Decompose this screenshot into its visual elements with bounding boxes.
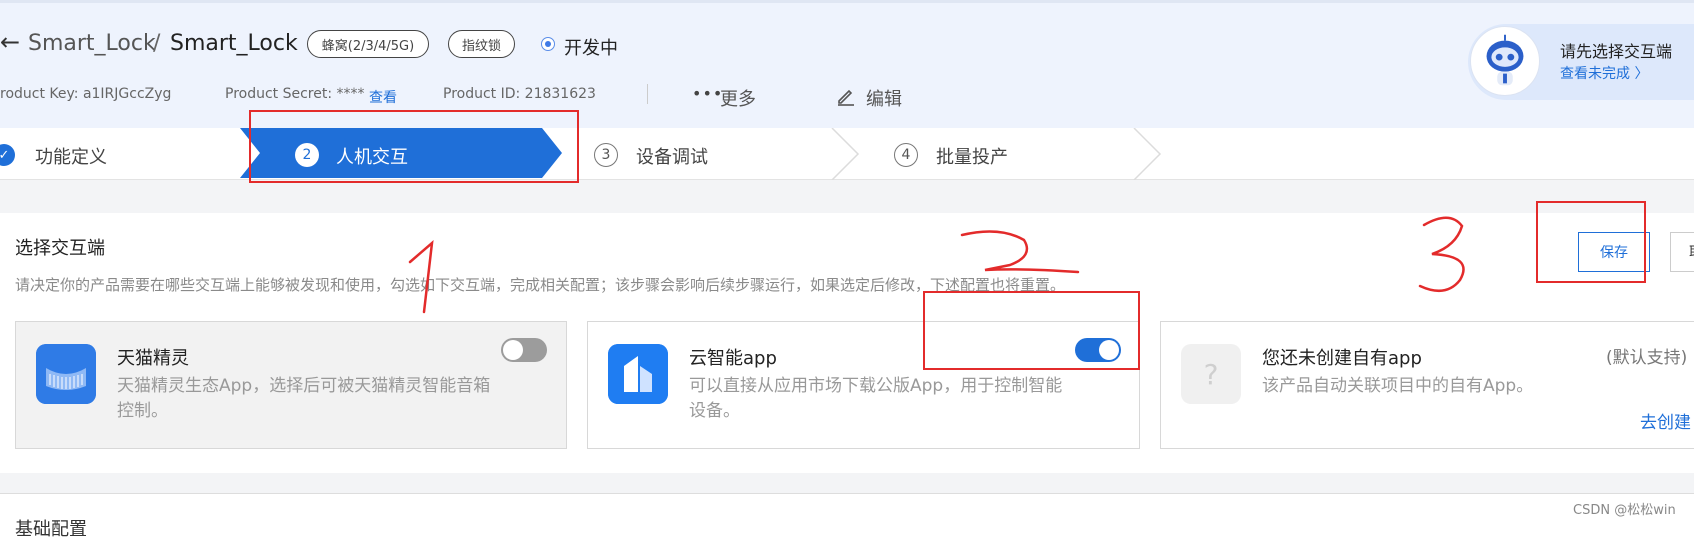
cancel-button[interactable]: 取	[1670, 232, 1694, 272]
product-key: roduct Key: a1IRJGccZyg	[0, 86, 172, 102]
breadcrumb-parent[interactable]: Smart_Lock	[28, 31, 156, 56]
breadcrumb-separator: /	[153, 31, 161, 56]
section-gap	[0, 473, 1694, 493]
pencil-icon[interactable]	[836, 86, 856, 106]
card-title: 您还未创建自有app	[1262, 348, 1422, 369]
assistant-title: 请先选择交互端	[1560, 42, 1673, 61]
step-chevron-icon	[1133, 128, 1162, 180]
annotation-box-toggle	[923, 291, 1140, 370]
card-description: 可以直接从应用市场下载公版App，用于控制智能设备。	[689, 376, 1063, 421]
annotation-box-step	[249, 110, 579, 183]
arrow-left-icon[interactable]: ←	[0, 28, 20, 56]
step-3-number: 3	[594, 143, 618, 167]
category-tag: 指纹锁	[448, 30, 515, 58]
meta-divider	[647, 84, 648, 104]
robot-avatar-icon	[1470, 26, 1540, 96]
network-tag: 蜂窝(2/3/4/5G)	[307, 30, 429, 58]
card-title: 天猫精灵	[117, 348, 189, 369]
card-title: 云智能app	[689, 348, 777, 369]
view-incomplete-link[interactable]: 查看未完成 〉	[1560, 63, 1648, 83]
annotation-box-save	[1536, 201, 1646, 283]
card-description: 天猫精灵生态App，选择后可被天猫精灵智能音箱控制。	[117, 376, 491, 421]
card-description: 该产品自动关联项目中的自有App。	[1262, 376, 1534, 396]
cloud-home-icon	[608, 344, 668, 404]
create-app-link[interactable]: 去创建	[1640, 408, 1691, 433]
tmall-genie-toggle[interactable]	[501, 338, 547, 362]
product-secret: Product Secret: ****	[225, 86, 365, 102]
step-4-number: 4	[894, 143, 918, 167]
step-chevron-icon	[831, 128, 860, 180]
view-secret-link[interactable]: 查看	[369, 87, 397, 107]
base-config-heading: 基础配置	[15, 519, 87, 540]
product-header	[0, 0, 1694, 128]
edit-button[interactable]: 编辑	[866, 85, 902, 111]
divider	[0, 493, 1694, 494]
product-id: Product ID: 21831623	[443, 86, 596, 102]
step-device-debug[interactable]: 设备调试	[636, 143, 708, 169]
status-dot-icon	[541, 37, 555, 51]
section-title: 选择交互端	[15, 238, 105, 259]
default-support-label: (默认支持)	[1606, 348, 1688, 368]
status-badge: 开发中	[564, 38, 618, 59]
top-divider	[0, 0, 1694, 3]
tmall-genie-icon	[36, 344, 96, 404]
more-dots-icon[interactable]: •••	[692, 84, 723, 103]
question-icon: ?	[1181, 344, 1241, 404]
step-function-definition[interactable]: 功能定义	[35, 143, 107, 169]
step-mass-production[interactable]: 批量投产	[936, 143, 1008, 169]
more-button[interactable]: 更多	[720, 85, 756, 111]
page-title: Smart_Lock	[170, 31, 298, 56]
section-description: 请决定你的产品需要在哪些交互端上能够被发现和使用，勾选如下交互端，完成相关配置；…	[15, 276, 1066, 294]
watermark: CSDN @松松win	[1573, 503, 1676, 518]
section-gap	[0, 180, 1694, 213]
